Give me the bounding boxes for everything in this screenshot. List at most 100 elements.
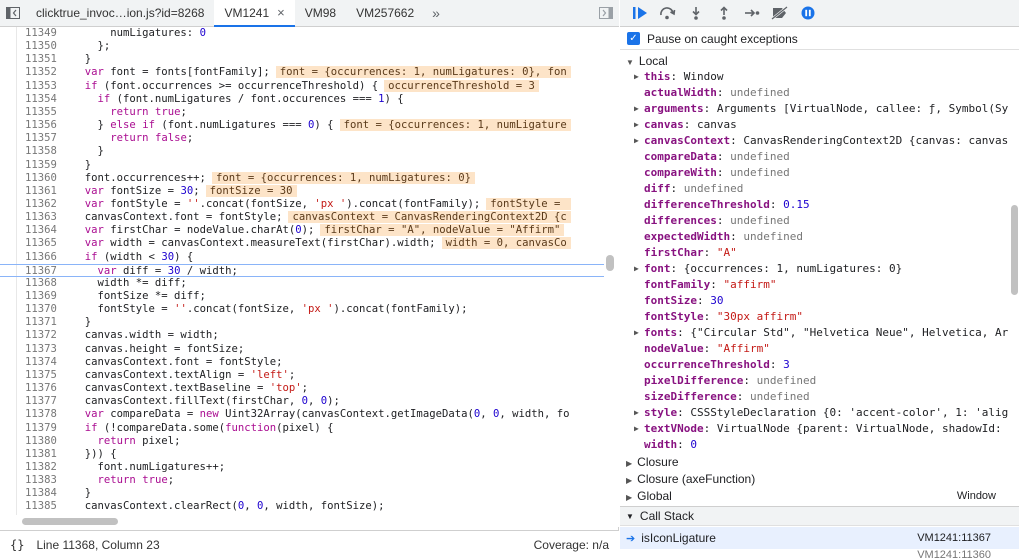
code-line[interactable]: 11355 return true;: [0, 106, 604, 119]
line-number[interactable]: 11385: [25, 500, 61, 513]
close-icon[interactable]: ×: [277, 5, 285, 20]
code-line[interactable]: 11363 canvasContext.font = fontStyle; can…: [0, 211, 604, 224]
code-line[interactable]: 11357 return false;: [0, 132, 604, 145]
code-line[interactable]: 11373 canvas.height = fontSize;: [0, 343, 604, 356]
line-number[interactable]: 11358: [25, 145, 61, 158]
line-number[interactable]: 11379: [25, 422, 61, 435]
code-line[interactable]: 11370 fontStyle = ''.concat(fontSize, 'p…: [0, 303, 604, 316]
collapse-triangle-icon[interactable]: ▶: [634, 117, 639, 133]
line-number[interactable]: 11359: [25, 159, 61, 172]
scope-variable[interactable]: expectedWidth: undefined: [634, 229, 1019, 245]
callstack-frame-partial[interactable]: VM1241:11360: [620, 550, 1019, 558]
collapse-triangle-icon[interactable]: ▶: [634, 133, 639, 149]
scope-variable[interactable]: compareData: undefined: [634, 149, 1019, 165]
line-number[interactable]: 11369: [25, 290, 61, 303]
line-number[interactable]: 11361: [25, 185, 61, 198]
callstack-frame[interactable]: ➔ isIconLigature VM1241:11367: [620, 527, 1019, 549]
code-line[interactable]: 11374 canvasContext.font = fontStyle;: [0, 356, 604, 369]
scope-section-local[interactable]: ▼ Local: [626, 53, 1014, 69]
code-line[interactable]: 11361 var fontSize = 30; fontSize = 30: [0, 184, 604, 198]
more-tabs-icon[interactable]: »: [424, 0, 448, 26]
code-line[interactable]: 11368 width *= diff;: [0, 277, 604, 290]
scope-variable[interactable]: ▶ canvasContext: CanvasRenderingContext2D…: [634, 133, 1019, 149]
code-line[interactable]: 11356 } else if (font.numLigatures === 0…: [0, 119, 604, 132]
code-line[interactable]: 11365 var width = canvasContext.measureT…: [0, 237, 604, 250]
code-line[interactable]: 11353 if (font.occurrences >= occurrence…: [0, 79, 604, 93]
pause-on-caught-exceptions-row[interactable]: ✓ Pause on caught exceptions: [620, 28, 1019, 50]
scope-variable[interactable]: ▶ style: CSSStyleDeclaration {0: 'accent-…: [634, 405, 1019, 421]
code-line[interactable]: 11366 if (width < 30) {: [0, 251, 604, 264]
step-into-icon[interactable]: [682, 0, 710, 27]
code-line[interactable]: 11349 numLigatures: 0: [0, 27, 604, 40]
code-line[interactable]: 11369 fontSize *= diff;: [0, 290, 604, 303]
line-number[interactable]: 11378: [25, 408, 61, 421]
scope-variable[interactable]: actualWidth: undefined: [634, 85, 1019, 101]
scope-variable[interactable]: occurrenceThreshold: 3: [634, 357, 1019, 373]
line-number[interactable]: 11351: [25, 53, 61, 66]
line-number[interactable]: 11367: [25, 265, 61, 278]
scope-variable[interactable]: differences: undefined: [634, 213, 1019, 229]
scope-section[interactable]: ▶ Closure: [626, 454, 1012, 470]
scope-variable[interactable]: width: 0: [634, 437, 1019, 453]
line-number[interactable]: 11366: [25, 251, 61, 264]
tab-clicktrue-file[interactable]: clicktrue_invoc…ion.js?id=8268: [26, 0, 214, 26]
code-line[interactable]: 11364 var firstChar = nodeValue.charAt(0…: [0, 224, 604, 237]
scope-variable[interactable]: ▶ textVNode: VirtualNode {parent: Virtual…: [634, 421, 1019, 437]
line-number[interactable]: 11364: [25, 224, 61, 237]
code-line[interactable]: 11354 if (font.numLigatures / font.occur…: [0, 93, 604, 106]
line-number[interactable]: 11363: [25, 211, 61, 224]
line-number[interactable]: 11370: [25, 303, 61, 316]
scope-variable[interactable]: sizeDifference: undefined: [634, 389, 1019, 405]
line-number[interactable]: 11374: [25, 356, 61, 369]
line-number[interactable]: 11383: [25, 474, 61, 487]
line-number[interactable]: 11377: [25, 395, 61, 408]
line-number[interactable]: 11371: [25, 316, 61, 329]
line-number[interactable]: 11376: [25, 382, 61, 395]
code-line[interactable]: 11376 canvasContext.textBaseline = 'top'…: [0, 382, 604, 395]
code-line[interactable]: 11375 canvasContext.textAlign = 'left';: [0, 369, 604, 382]
collapse-triangle-icon[interactable]: ▶: [634, 421, 639, 437]
toggle-debugger-sidebar-icon[interactable]: [593, 0, 619, 26]
scope-section[interactable]: ▶ Closure (axeFunction): [626, 471, 1012, 487]
line-number[interactable]: 11353: [25, 80, 61, 93]
code-line[interactable]: 11383 return true;: [0, 474, 604, 487]
code-line[interactable]: 11382 font.numLigatures++;: [0, 461, 604, 474]
line-number[interactable]: 11382: [25, 461, 61, 474]
line-number[interactable]: 11368: [25, 277, 61, 290]
scope-section[interactable]: ▶ Global Window: [626, 488, 1012, 504]
editor-vertical-scrollbar[interactable]: [606, 255, 614, 271]
line-number[interactable]: 11381: [25, 448, 61, 461]
code-line[interactable]: 11378 var compareData = new Uint32Array(…: [0, 408, 604, 421]
code-line[interactable]: 11379 if (!compareData.some(function(pix…: [0, 422, 604, 435]
line-number[interactable]: 11354: [25, 93, 61, 106]
scope-variable[interactable]: fontFamily: "affirm": [634, 277, 1019, 293]
code-editor[interactable]: 11349 numLigatures: 0 11350 }; 11351 } 1135…: [0, 27, 619, 515]
line-number[interactable]: 11355: [25, 106, 61, 119]
pretty-print-icon[interactable]: {}: [10, 538, 24, 552]
scope-variable[interactable]: ▶ arguments: Arguments [VirtualNode, call…: [634, 101, 1019, 117]
code-line[interactable]: 11367 var diff = 30 / width;: [0, 263, 604, 278]
scope-variable[interactable]: diff: undefined: [634, 181, 1019, 197]
deactivate-breakpoints-icon[interactable]: [766, 0, 794, 27]
tab-vm98[interactable]: VM98: [295, 0, 346, 26]
collapse-triangle-icon[interactable]: ▶: [634, 325, 639, 341]
code-line[interactable]: 11360 font.occurrences++; font = {occurre…: [0, 171, 604, 185]
code-line[interactable]: 11371 }: [0, 316, 604, 329]
code-line[interactable]: 11384 }: [0, 487, 604, 500]
line-number[interactable]: 11372: [25, 329, 61, 342]
tab-vm257662[interactable]: VM257662: [346, 0, 424, 26]
code-line[interactable]: 11385 canvasContext.clearRect(0, 0, widt…: [0, 500, 604, 513]
scope-variable[interactable]: ▶ font: {occurrences: 1, numLigatures: 0}: [634, 261, 1019, 277]
step-out-icon[interactable]: [710, 0, 738, 27]
collapse-triangle-icon[interactable]: ▶: [634, 101, 639, 117]
step-over-icon[interactable]: [654, 0, 682, 27]
collapse-triangle-icon[interactable]: ▶: [634, 69, 639, 85]
scope-variable[interactable]: differenceThreshold: 0.15: [634, 197, 1019, 213]
collapse-triangle-icon[interactable]: ▶: [634, 261, 639, 277]
line-number[interactable]: 11375: [25, 369, 61, 382]
pause-on-exceptions-icon[interactable]: [794, 0, 822, 27]
collapse-triangle-icon[interactable]: ▶: [634, 405, 639, 421]
line-number[interactable]: 11357: [25, 132, 61, 145]
callstack-location[interactable]: VM1241:11360: [917, 550, 991, 558]
tab-vm1241[interactable]: VM1241 ×: [214, 0, 295, 27]
